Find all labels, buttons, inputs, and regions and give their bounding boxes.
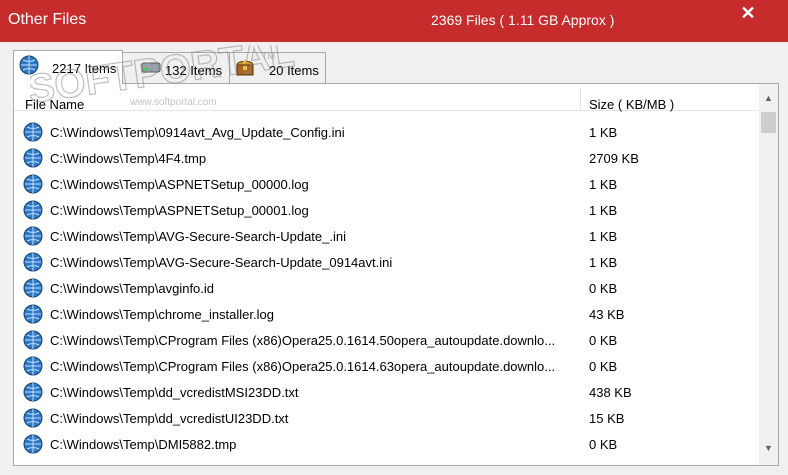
globe-icon (22, 173, 44, 195)
file-size: 43 KB (589, 307, 625, 322)
treasure-chest-icon (234, 56, 256, 78)
globe-icon (22, 381, 44, 403)
column-size[interactable]: Size ( KB/MB ) (589, 97, 674, 112)
file-path: C:\Windows\Temp\dd_vcredistUI23DD.txt (50, 411, 289, 426)
file-path: C:\Windows\Temp\dd_vcredistMSI23DD.txt (50, 385, 299, 400)
file-size: 1 KB (589, 255, 618, 270)
file-list[interactable]: File Name Size ( KB/MB ) C:\Windows\Temp… (13, 83, 779, 466)
table-row[interactable]: C:\Windows\Temp\DMI5882.tmp 0 KB (14, 430, 759, 456)
file-size: 0 KB (589, 333, 618, 348)
window-title: Other Files (8, 11, 87, 28)
tab-label: 20 Items (269, 63, 319, 78)
file-size: 1 KB (589, 229, 618, 244)
globe-icon (22, 329, 44, 351)
table-row[interactable]: C:\Windows\Temp\AVG-Secure-Search-Update… (14, 222, 759, 248)
file-path: C:\Windows\Temp\CProgram Files (x86)Oper… (50, 359, 556, 374)
globe-icon (22, 303, 44, 325)
vertical-scrollbar[interactable]: ▲ ▼ (759, 84, 778, 465)
table-row[interactable]: C:\Windows\Temp\CProgram Files (x86)Oper… (14, 352, 759, 378)
table-row[interactable]: C:\Windows\Temp\dd_vcredistUI23DD.txt 15 … (14, 404, 759, 430)
file-size: 15 KB (589, 411, 625, 426)
table-row[interactable]: C:\Windows\Temp\AVG-Secure-Search-Update… (14, 248, 759, 274)
tab-2217-items[interactable]: 2217 Items (13, 50, 123, 84)
file-path: C:\Windows\Temp\4F4.tmp (50, 151, 207, 166)
globe-icon (22, 121, 44, 143)
globe-icon (22, 433, 44, 455)
scroll-up-arrow-icon[interactable]: ▲ (759, 90, 778, 107)
title-bar: Other Files 2369 Files ( 1.11 GB Approx … (0, 0, 788, 42)
tab-label: 132 Items (165, 63, 223, 78)
file-size: 0 KB (589, 437, 618, 452)
tab-132-items[interactable]: 132 Items (121, 52, 231, 83)
scroll-thumb[interactable] (761, 112, 776, 133)
table-row[interactable]: C:\Windows\Temp\ASPNETSetup_00001.log 1 K… (14, 196, 759, 222)
file-path: C:\Windows\Temp\ASPNETSetup_00001.log (50, 203, 309, 218)
file-size: 2709 KB (589, 151, 639, 166)
file-path: C:\Windows\Temp\DMI5882.tmp (50, 437, 237, 452)
file-path: C:\Windows\Temp\0914avt_Avg_Update_Confi… (50, 125, 345, 140)
file-size: 0 KB (589, 281, 618, 296)
close-button[interactable]: ✕ (737, 3, 759, 23)
file-size: 1 KB (589, 177, 618, 192)
scroll-down-arrow-icon[interactable]: ▼ (759, 440, 778, 457)
file-path: C:\Windows\Temp\CProgram Files (x86)Oper… (50, 333, 556, 348)
file-path: C:\Windows\Temp\avginfo.id (50, 281, 215, 296)
table-row[interactable]: C:\Windows\Temp\ASPNETSetup_00000.log 1 K… (14, 170, 759, 196)
tab-label: 2217 Items (52, 61, 117, 76)
globe-icon (22, 251, 44, 273)
column-divider[interactable] (580, 88, 581, 110)
globe-icon (22, 355, 44, 377)
file-path: C:\Windows\Temp\AVG-Secure-Search-Update… (50, 255, 393, 270)
table-row[interactable]: C:\Windows\Temp\chrome_installer.log 43 K… (14, 300, 759, 326)
globe-icon (18, 54, 40, 76)
file-size: 1 KB (589, 125, 618, 140)
globe-icon (22, 277, 44, 299)
files-summary: 2369 Files ( 1.11 GB Approx ) (431, 12, 615, 28)
column-file-name[interactable]: File Name (25, 97, 84, 112)
file-path: C:\Windows\Temp\chrome_installer.log (50, 307, 274, 322)
file-size: 438 KB (589, 385, 632, 400)
tab-20-items[interactable]: 20 Items (229, 52, 326, 83)
file-size: 0 KB (589, 359, 618, 374)
drive-icon (140, 56, 162, 78)
file-path: C:\Windows\Temp\AVG-Secure-Search-Update… (50, 229, 346, 244)
list-header: File Name Size ( KB/MB ) (14, 84, 759, 112)
table-row[interactable]: C:\Windows\Temp\4F4.tmp 2709 KB (14, 144, 759, 170)
table-row[interactable]: C:\Windows\Temp\dd_vcredistMSI23DD.txt 43… (14, 378, 759, 404)
globe-icon (22, 225, 44, 247)
globe-icon (22, 407, 44, 429)
table-row[interactable]: C:\Windows\Temp\CProgram Files (x86)Oper… (14, 326, 759, 352)
table-row[interactable]: C:\Windows\Temp\avginfo.id 0 KB (14, 274, 759, 300)
file-size: 1 KB (589, 203, 618, 218)
globe-icon (22, 147, 44, 169)
file-path: C:\Windows\Temp\ASPNETSetup_00000.log (50, 177, 309, 192)
globe-icon (22, 199, 44, 221)
table-row[interactable]: C:\Windows\Temp\0914avt_Avg_Update_Confi… (14, 118, 759, 144)
